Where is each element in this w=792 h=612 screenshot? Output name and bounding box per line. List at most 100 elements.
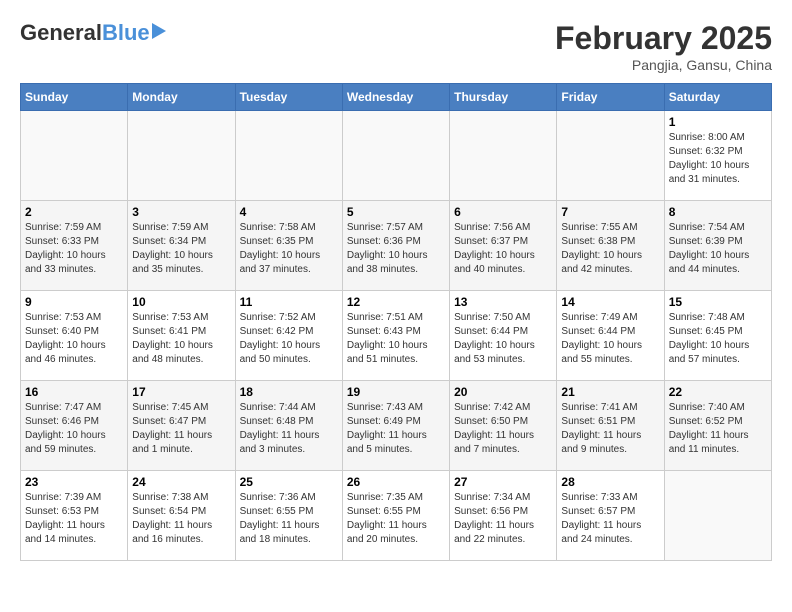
day-info: Sunrise: 7:45 AM Sunset: 6:47 PM Dayligh… (132, 401, 230, 457)
weekday-header-sunday: Sunday (21, 84, 128, 111)
calendar-cell: 1 Sunrise: 8:00 AM Sunset: 6:32 PM Daylig… (664, 111, 771, 201)
day-number: 27 (454, 475, 552, 489)
calendar-cell: 22 Sunrise: 7:40 AM Sunset: 6:52 PM Dayli… (664, 381, 771, 471)
day-number: 16 (25, 385, 123, 399)
day-info: Sunrise: 7:44 AM Sunset: 6:48 PM Dayligh… (240, 401, 338, 457)
calendar-week-row: 23 Sunrise: 7:39 AM Sunset: 6:53 PM Dayli… (21, 471, 772, 561)
calendar-cell (557, 111, 664, 201)
day-info: Sunrise: 7:33 AM Sunset: 6:57 PM Dayligh… (561, 491, 659, 547)
day-info: Sunrise: 7:42 AM Sunset: 6:50 PM Dayligh… (454, 401, 552, 457)
calendar-week-row: 9 Sunrise: 7:53 AM Sunset: 6:40 PM Daylig… (21, 291, 772, 381)
day-info: Sunrise: 7:35 AM Sunset: 6:55 PM Dayligh… (347, 491, 445, 547)
weekday-header-monday: Monday (128, 84, 235, 111)
day-number: 14 (561, 295, 659, 309)
calendar-cell: 27 Sunrise: 7:34 AM Sunset: 6:56 PM Dayli… (450, 471, 557, 561)
day-number: 5 (347, 205, 445, 219)
calendar-cell (235, 111, 342, 201)
logo: General Blue (20, 20, 166, 46)
calendar-cell: 2 Sunrise: 7:59 AM Sunset: 6:33 PM Daylig… (21, 201, 128, 291)
day-number: 9 (25, 295, 123, 309)
calendar-cell: 26 Sunrise: 7:35 AM Sunset: 6:55 PM Dayli… (342, 471, 449, 561)
calendar-cell: 11 Sunrise: 7:52 AM Sunset: 6:42 PM Dayli… (235, 291, 342, 381)
day-info: Sunrise: 7:48 AM Sunset: 6:45 PM Dayligh… (669, 311, 767, 367)
day-info: Sunrise: 7:56 AM Sunset: 6:37 PM Dayligh… (454, 221, 552, 277)
day-info: Sunrise: 7:57 AM Sunset: 6:36 PM Dayligh… (347, 221, 445, 277)
day-number: 25 (240, 475, 338, 489)
day-number: 20 (454, 385, 552, 399)
calendar-cell: 6 Sunrise: 7:56 AM Sunset: 6:37 PM Daylig… (450, 201, 557, 291)
day-number: 7 (561, 205, 659, 219)
weekday-header-friday: Friday (557, 84, 664, 111)
day-info: Sunrise: 7:43 AM Sunset: 6:49 PM Dayligh… (347, 401, 445, 457)
logo-blue-text: Blue (102, 20, 150, 46)
calendar-table: SundayMondayTuesdayWednesdayThursdayFrid… (20, 83, 772, 561)
day-number: 6 (454, 205, 552, 219)
day-info: Sunrise: 7:47 AM Sunset: 6:46 PM Dayligh… (25, 401, 123, 457)
day-number: 1 (669, 115, 767, 129)
location-subtitle: Pangjia, Gansu, China (555, 57, 772, 73)
day-number: 2 (25, 205, 123, 219)
calendar-cell: 18 Sunrise: 7:44 AM Sunset: 6:48 PM Dayli… (235, 381, 342, 471)
calendar-cell: 17Sunrise: 7:45 AM Sunset: 6:47 PM Dayli… (128, 381, 235, 471)
calendar-cell: 10 Sunrise: 7:53 AM Sunset: 6:41 PM Dayli… (128, 291, 235, 381)
calendar-cell: 3 Sunrise: 7:59 AM Sunset: 6:34 PM Daylig… (128, 201, 235, 291)
day-number: 22 (669, 385, 767, 399)
day-info: Sunrise: 7:41 AM Sunset: 6:51 PM Dayligh… (561, 401, 659, 457)
logo-general-text: General (20, 20, 102, 46)
day-info: Sunrise: 7:38 AM Sunset: 6:54 PM Dayligh… (132, 491, 230, 547)
day-number: 18 (240, 385, 338, 399)
day-number: 24 (132, 475, 230, 489)
weekday-header-thursday: Thursday (450, 84, 557, 111)
day-number: 10 (132, 295, 230, 309)
day-info: Sunrise: 7:52 AM Sunset: 6:42 PM Dayligh… (240, 311, 338, 367)
day-number: 26 (347, 475, 445, 489)
day-number: 21 (561, 385, 659, 399)
day-info: Sunrise: 7:40 AM Sunset: 6:52 PM Dayligh… (669, 401, 767, 457)
day-info: Sunrise: 7:39 AM Sunset: 6:53 PM Dayligh… (25, 491, 123, 547)
calendar-cell: 5 Sunrise: 7:57 AM Sunset: 6:36 PM Daylig… (342, 201, 449, 291)
calendar-cell: 7 Sunrise: 7:55 AM Sunset: 6:38 PM Daylig… (557, 201, 664, 291)
calendar-cell: 25 Sunrise: 7:36 AM Sunset: 6:55 PM Dayli… (235, 471, 342, 561)
day-info: Sunrise: 7:36 AM Sunset: 6:55 PM Dayligh… (240, 491, 338, 547)
day-info: Sunrise: 7:55 AM Sunset: 6:38 PM Dayligh… (561, 221, 659, 277)
calendar-cell: 16 Sunrise: 7:47 AM Sunset: 6:46 PM Dayli… (21, 381, 128, 471)
calendar-cell: 23 Sunrise: 7:39 AM Sunset: 6:53 PM Dayli… (21, 471, 128, 561)
day-number: 3 (132, 205, 230, 219)
day-number: 8 (669, 205, 767, 219)
calendar-cell (128, 111, 235, 201)
day-info: Sunrise: 7:59 AM Sunset: 6:34 PM Dayligh… (132, 221, 230, 277)
day-info: Sunrise: 8:00 AM Sunset: 6:32 PM Dayligh… (669, 131, 767, 187)
calendar-cell: 20 Sunrise: 7:42 AM Sunset: 6:50 PM Dayli… (450, 381, 557, 471)
weekday-header-saturday: Saturday (664, 84, 771, 111)
day-number: 28 (561, 475, 659, 489)
calendar-cell: 28 Sunrise: 7:33 AM Sunset: 6:57 PM Dayli… (557, 471, 664, 561)
calendar-cell (664, 471, 771, 561)
day-info: Sunrise: 7:53 AM Sunset: 6:40 PM Dayligh… (25, 311, 123, 367)
weekday-header-tuesday: Tuesday (235, 84, 342, 111)
calendar-week-row: 1 Sunrise: 8:00 AM Sunset: 6:32 PM Daylig… (21, 111, 772, 201)
calendar-week-row: 2 Sunrise: 7:59 AM Sunset: 6:33 PM Daylig… (21, 201, 772, 291)
calendar-cell: 21 Sunrise: 7:41 AM Sunset: 6:51 PM Dayli… (557, 381, 664, 471)
day-number: 13 (454, 295, 552, 309)
calendar-cell (21, 111, 128, 201)
day-number: 23 (25, 475, 123, 489)
calendar-cell: 12Sunrise: 7:51 AM Sunset: 6:43 PM Dayli… (342, 291, 449, 381)
logo-arrow-icon (152, 23, 166, 39)
day-info: Sunrise: 7:54 AM Sunset: 6:39 PM Dayligh… (669, 221, 767, 277)
day-number: 11 (240, 295, 338, 309)
page-header: General Blue February 2025 Pangjia, Gans… (20, 20, 772, 73)
day-info: Sunrise: 7:34 AM Sunset: 6:56 PM Dayligh… (454, 491, 552, 547)
calendar-cell (450, 111, 557, 201)
day-info: Sunrise: 7:59 AM Sunset: 6:33 PM Dayligh… (25, 221, 123, 277)
day-number: 19 (347, 385, 445, 399)
day-number: 15 (669, 295, 767, 309)
weekday-header-row: SundayMondayTuesdayWednesdayThursdayFrid… (21, 84, 772, 111)
calendar-cell: 9 Sunrise: 7:53 AM Sunset: 6:40 PM Daylig… (21, 291, 128, 381)
calendar-cell (342, 111, 449, 201)
day-info: Sunrise: 7:58 AM Sunset: 6:35 PM Dayligh… (240, 221, 338, 277)
month-year-title: February 2025 (555, 20, 772, 57)
calendar-cell: 15 Sunrise: 7:48 AM Sunset: 6:45 PM Dayli… (664, 291, 771, 381)
calendar-cell: 14Sunrise: 7:49 AM Sunset: 6:44 PM Dayli… (557, 291, 664, 381)
day-info: Sunrise: 7:53 AM Sunset: 6:41 PM Dayligh… (132, 311, 230, 367)
day-info: Sunrise: 7:51 AM Sunset: 6:43 PM Dayligh… (347, 311, 445, 367)
